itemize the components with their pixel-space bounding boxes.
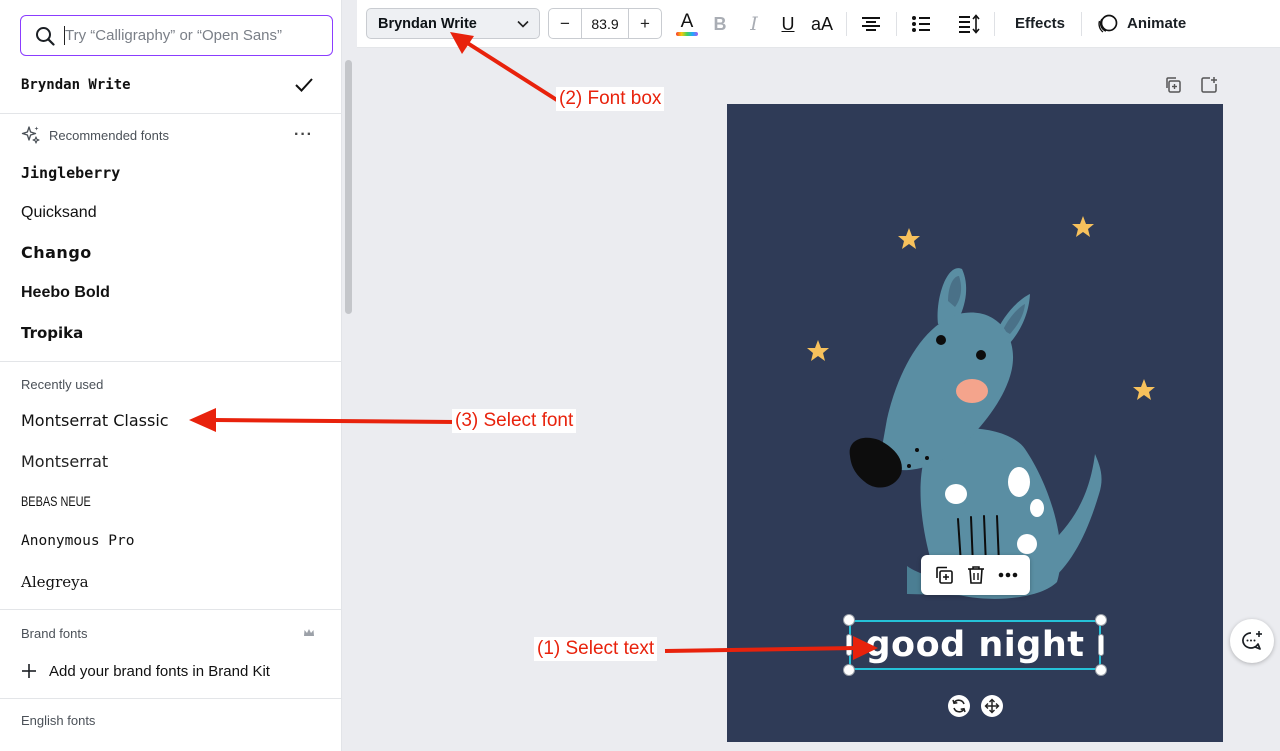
add-page-icon [1201, 77, 1217, 93]
feedback-button[interactable] [1230, 619, 1274, 663]
annotation-font-box: (2) Font box [556, 87, 665, 111]
add-brand-fonts-button[interactable]: Add your brand fonts in Brand Kit [21, 660, 311, 682]
italic-button[interactable]: I [744, 10, 764, 38]
move-icon [984, 698, 1000, 714]
animate-icon-wrap[interactable] [1097, 10, 1119, 38]
rotate-icon [952, 699, 966, 713]
current-font-label: Bryndan Write [21, 77, 131, 93]
annotation-select-font: (3) Select font [452, 409, 577, 433]
side-resize-handle[interactable] [1098, 634, 1104, 656]
english-fonts-label: English fonts [21, 713, 96, 728]
more-options-icon[interactable]: ··· [294, 126, 313, 144]
checkmark-icon [295, 78, 313, 92]
font-item-heebo-bold[interactable]: Heebo Bold [21, 284, 110, 302]
more-icon[interactable] [998, 572, 1018, 578]
recently-used-label: Recently used [21, 377, 104, 392]
panel-scrollbar[interactable] [345, 60, 352, 314]
animate-button[interactable]: Animate [1127, 15, 1186, 32]
toolbar-divider [1081, 12, 1082, 36]
add-page-button[interactable] [1200, 76, 1218, 99]
font-item-montserrat-classic[interactable]: Montserrat Classic [21, 411, 169, 430]
font-item-alegreya[interactable]: Alegreya [21, 573, 89, 591]
current-font-item[interactable]: Bryndan Write [21, 74, 313, 96]
bold-button[interactable]: B [709, 10, 731, 38]
element-context-menu [921, 555, 1030, 595]
spacing-button[interactable] [958, 10, 980, 38]
bullet-list-icon [912, 16, 930, 32]
toolbar-divider [846, 12, 847, 36]
font-search-input[interactable] [65, 27, 315, 44]
text-color-button[interactable]: A [675, 10, 699, 38]
crown-icon [304, 629, 314, 636]
font-family-dropdown[interactable]: Bryndan Write [366, 8, 540, 39]
resize-handle[interactable] [1095, 614, 1107, 626]
animate-icon [1098, 14, 1118, 33]
panel-divider [0, 698, 341, 699]
letter-case-button[interactable]: aA [809, 10, 835, 38]
sparkle-icon [21, 126, 40, 144]
duplicate-page-icon [1166, 77, 1181, 93]
font-size-value[interactable]: 83.9 [581, 9, 629, 38]
trash-icon[interactable] [967, 565, 985, 585]
side-resize-handle[interactable] [846, 634, 852, 656]
decrease-size-button[interactable]: − [549, 9, 581, 38]
line-spacing-icon [959, 14, 980, 34]
selection-box [849, 620, 1101, 670]
align-center-icon [862, 17, 880, 31]
comment-add-icon [1242, 631, 1262, 650]
font-item-anonymous-pro[interactable]: Anonymous Pro [21, 533, 135, 549]
chevron-down-icon [517, 20, 529, 28]
brand-fonts-header: Brand fonts [21, 624, 314, 642]
move-handle[interactable] [981, 695, 1003, 717]
search-icon [36, 26, 55, 46]
resize-handle[interactable] [843, 664, 855, 676]
plus-icon [22, 664, 36, 678]
font-family-value: Bryndan Write [378, 15, 477, 32]
font-item-chango[interactable]: Chango [21, 243, 92, 262]
font-search-box[interactable] [20, 15, 333, 56]
effects-button[interactable]: Effects [1015, 15, 1065, 32]
text-color-icon: A [680, 10, 694, 32]
add-brand-fonts-label: Add your brand fonts in Brand Kit [49, 662, 270, 680]
recommended-fonts-label: Recommended fonts [49, 127, 169, 143]
panel-divider [0, 361, 341, 362]
list-button[interactable] [910, 10, 932, 38]
font-item-quicksand[interactable]: Quicksand [21, 204, 97, 222]
rotate-handle[interactable] [948, 695, 970, 717]
align-button[interactable] [860, 10, 882, 38]
font-size-stepper[interactable]: − 83.9 + [548, 8, 662, 39]
font-item-bebas-neue[interactable]: BEBAS NEUE [21, 493, 91, 509]
toolbar-divider [896, 12, 897, 36]
resize-handle[interactable] [843, 614, 855, 626]
duplicate-page-button[interactable] [1164, 76, 1182, 99]
text-toolbar: Bryndan Write − 83.9 + A B I U aA Effect… [357, 0, 1280, 48]
duplicate-icon[interactable] [934, 565, 954, 585]
recommended-header: Recommended fonts ··· [21, 124, 313, 146]
resize-handle[interactable] [1095, 664, 1107, 676]
font-panel: Bryndan Write Recommended fonts ··· Jing… [0, 0, 342, 751]
brand-fonts-label: Brand fonts [21, 625, 88, 641]
increase-size-button[interactable]: + [629, 9, 661, 38]
font-item-tropika[interactable]: Tropika [21, 324, 83, 342]
font-item-montserrat[interactable]: Montserrat [21, 452, 108, 471]
underline-button[interactable]: U [777, 10, 799, 38]
text-caret [64, 26, 65, 45]
font-item-jingleberry[interactable]: Jingleberry [21, 164, 120, 182]
annotation-select-text: (1) Select text [534, 637, 658, 661]
color-swatch [676, 31, 698, 36]
panel-divider [0, 113, 341, 114]
panel-divider [0, 609, 341, 610]
toolbar-divider [994, 12, 995, 36]
